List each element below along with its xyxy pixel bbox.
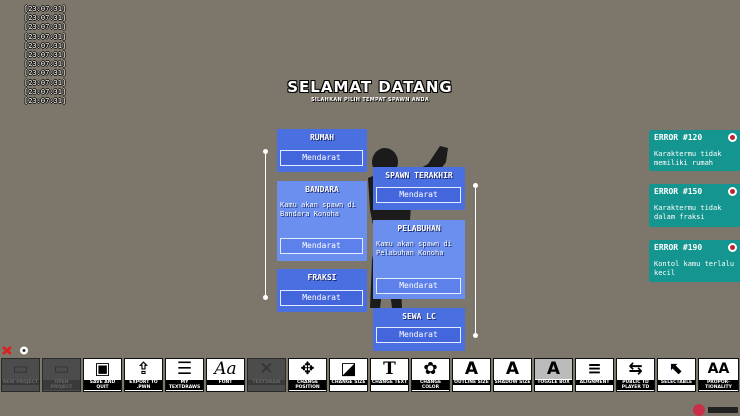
tool-label: CHANGE POSITION [289,380,326,390]
chat-line: [23:07:31] [24,5,67,13]
chat-line: [23:07:31] [24,23,67,32]
tools-icon: ✕ [259,359,274,379]
spawn-title: SPAWN TERAKHIR [385,171,453,180]
spawn-description: Kamu akan spawn di Bandara Konoha [280,201,356,218]
tool-label: CHANGE TEXT [371,380,408,385]
tool-label: PROPOR- TIONALITY [699,380,738,390]
spawn-panel-rumah: RUMAH Mendarat [277,129,367,172]
shadow-size-button[interactable]: A SHADOW SIZE [493,358,532,392]
my-textdraws-button[interactable]: ☰ MY TEXTDRAWS [165,358,204,392]
new-project-button[interactable]: ▭ NEW PROJECT [1,358,40,392]
close-icon[interactable] [1,345,13,356]
spawn-description: Kamu akan spawn di Pelabuhan Konoha [376,240,452,257]
tool-label: NEW PROJECT [2,380,39,385]
change-position-button[interactable]: ✥ CHANGE POSITION [288,358,327,392]
tool-label: OUTLINE SIZE [453,380,490,385]
font-button[interactable]: Aa FONT [206,358,245,392]
tool-label: CHANGE COLOR [412,380,449,390]
box-icon: A [535,359,572,379]
alert-icon [728,133,737,142]
spawn-panel-pelabuhan: PELABUHAN Kamu akan spawn di Pelabuhan K… [373,220,465,299]
folder-icon: ▭ [53,359,70,379]
move-icon: ✥ [300,359,315,379]
tool-label: TEXTDRAW [248,380,285,385]
palette-icon: ✿ [423,359,438,379]
error-notice: ERROR #190 Kontol kamu terlalu kecil [649,240,740,282]
error-notice: ERROR #150 Karaktermu tidak dalam fraksi [649,184,740,227]
mendarat-button-rumah[interactable]: Mendarat [280,150,363,166]
spawn-title: SEWA LC [402,312,436,321]
cursor-icon: ⬉ [669,359,684,379]
textdraw-button[interactable]: ✕ TEXTDRAW [247,358,286,392]
chat-line: [23:07:31] [24,14,67,23]
tool-label: EXPORT TO .PWN [125,380,162,390]
list-icon: ☰ [176,359,193,379]
welcome-subtitle: SILAHKAN PILIH TEMPAT SPAWN ANDA [310,97,430,103]
mendarat-button-bandara[interactable]: Mendarat [280,238,363,254]
change-size-button[interactable]: ◪ CHANGE SIZE [329,358,368,392]
file-icon: ▭ [12,359,29,379]
mendarat-button-terakhir[interactable]: Mendarat [376,187,461,203]
error-text: Kontol kamu terlalu kecil [654,260,735,277]
tool-label: SHADOW SIZE [494,380,531,385]
tool-label: OPEN PROJECT [43,380,80,390]
resize-icon: ◪ [340,359,357,379]
mendarat-button-fraksi[interactable]: Mendarat [280,290,363,306]
toggle-box-button[interactable]: A TOGGLE BOX [534,358,573,392]
tool-label: TOGGLE BOX [535,380,572,385]
spawn-title: RUMAH [309,133,335,142]
game-logo-icon [693,404,738,416]
chat-line: [23:07:31] [24,51,67,60]
chat-line: [23:07:31] [24,32,67,41]
change-color-button[interactable]: ✿ CHANGE COLOR [411,358,450,392]
tool-label: SAVE AND QUIT [84,380,121,390]
right-bracket-line [473,183,478,338]
alert-icon [728,187,737,196]
spawn-panel-terakhir: SPAWN TERAKHIR Mendarat [373,167,465,210]
tool-label: CHANGE SIZE [330,380,367,385]
error-text: Karaktermu tidak memiliki rumah [654,150,722,167]
chat-line: [23:07:31] [24,60,67,69]
tool-label: SELECTABLE [658,380,695,385]
welcome-header: SELAMAT DATANG SILAHKAN PILIH TEMPAT SPA… [0,78,740,103]
outline-size-button[interactable]: A OUTLINE SIZE [452,358,491,392]
proportion-icon: AA [707,361,730,377]
tool-label: MY TEXTDRAWS [166,380,203,390]
public-player-td-button[interactable]: ⇆ PUBLIC TD PLAYER TD [616,358,655,392]
tool-label: ALIGNMENT [576,380,613,385]
export-pwn-button[interactable]: ⇪ EXPORT TO .PWN [124,358,163,392]
chat-line: [23:07:31] [24,41,67,50]
spawn-panel-bandara: BANDARA Kamu akan spawn di Bandara Konoh… [277,181,367,261]
swap-icon: ⇆ [628,359,643,379]
alignment-button[interactable]: ≡ ALIGNMENT [575,358,614,392]
proportionality-button[interactable]: AA PROPOR- TIONALITY [698,358,739,392]
font-icon: Aa [214,359,237,379]
spawn-title: FRAKSI [307,273,337,282]
shadow-icon: A [505,359,520,379]
mendarat-button-sewa-lc[interactable]: Mendarat [376,327,461,343]
spawn-title: PELABUHAN [397,224,441,233]
align-icon: ≡ [587,359,602,379]
spawn-panel-fraksi: FRAKSI Mendarat [277,269,367,312]
floppy-icon: ▣ [94,359,111,379]
textdraw-editor-toolbar: ▭ NEW PROJECT ▭ OPEN PROJECT ▣ SAVE AND … [0,356,740,416]
tool-label: FONT [207,380,244,385]
spawn-title: BANDARA [305,185,339,194]
tool-label: PUBLIC TD PLAYER TD [617,380,654,390]
mendarat-button-pelabuhan[interactable]: Mendarat [376,278,461,294]
alert-icon [728,243,737,252]
selectable-button[interactable]: ⬉ SELECTABLE [657,358,696,392]
welcome-title: SELAMAT DATANG [287,78,453,96]
error-notice: ERROR #120 Karaktermu tidak memiliki rum… [649,130,740,171]
left-bracket-line [263,149,268,300]
open-project-button[interactable]: ▭ OPEN PROJECT [42,358,81,392]
outline-icon: A [464,359,479,379]
gear-icon[interactable] [18,345,30,356]
change-text-button[interactable]: T CHANGE TEXT [370,358,409,392]
export-icon: ⇪ [136,359,151,379]
spawn-panel-sewa-lc: SEWA LC Mendarat [373,308,465,351]
error-text: Karaktermu tidak dalam fraksi [654,204,722,221]
text-icon: T [383,359,396,379]
save-and-quit-button[interactable]: ▣ SAVE AND QUIT [83,358,122,392]
